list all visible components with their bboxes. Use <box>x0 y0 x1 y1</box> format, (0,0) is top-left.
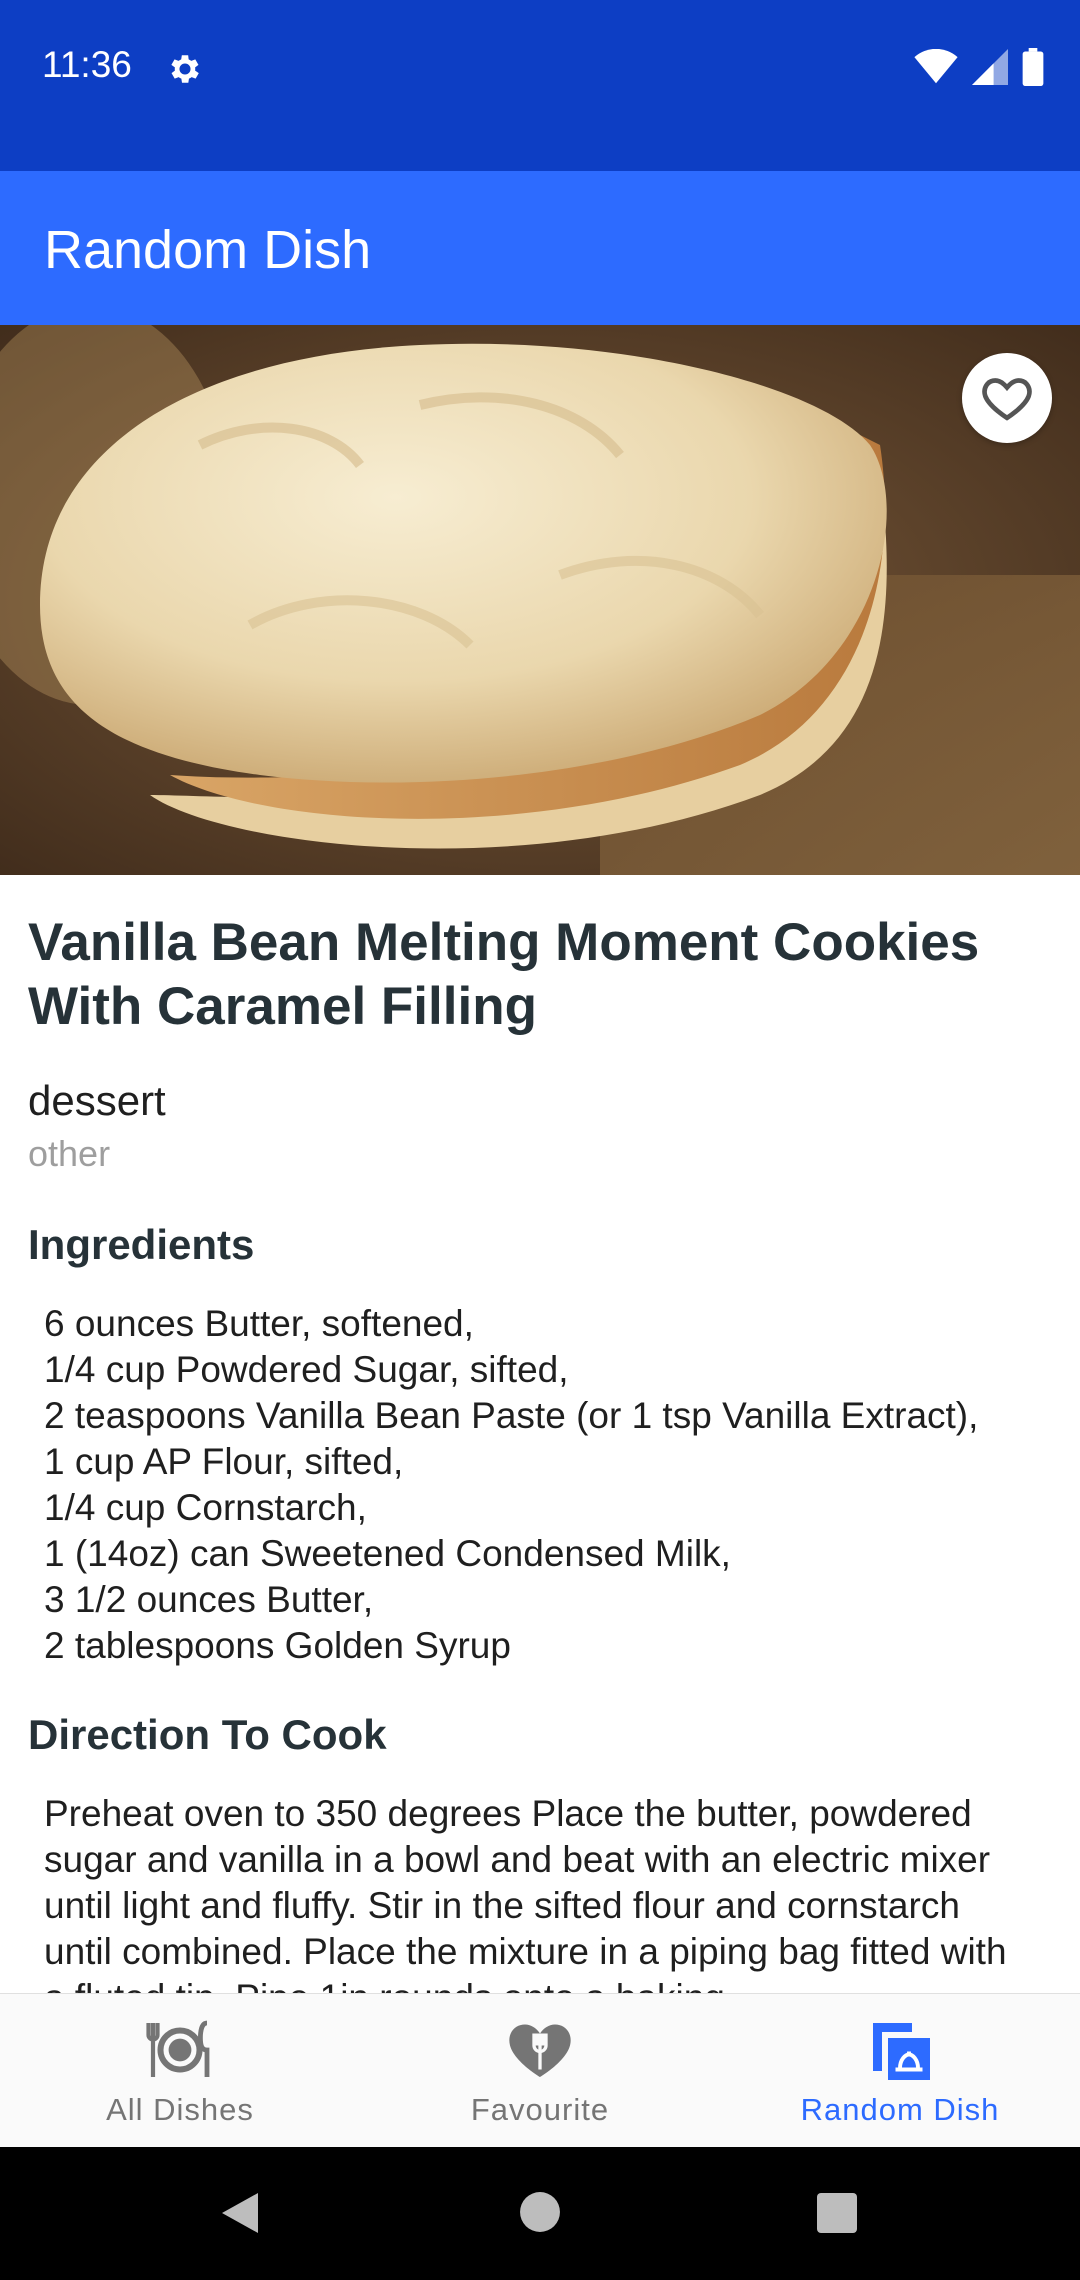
ingredient-item: 1 cup AP Flour, sifted, <box>44 1441 404 1482</box>
ingredient-item: 1/4 cup Powdered Sugar, sifted, <box>44 1349 569 1390</box>
dish-details: Vanilla Bean Melting Moment Cookies With… <box>0 875 1080 1993</box>
home-icon[interactable] <box>519 2191 561 2233</box>
heart-fork-icon <box>509 2024 571 2077</box>
bottom-navigation: All Dishes Favourite Random Dish <box>0 1993 1080 2147</box>
signal-icon <box>972 49 1008 85</box>
status-bar: 11:36 <box>0 0 1080 171</box>
battery-icon <box>1022 48 1044 86</box>
directions-text: Preheat oven to 350 degrees Place the bu… <box>44 1793 1007 1993</box>
status-time: 11:36 <box>42 44 132 85</box>
settings-icon <box>171 55 199 83</box>
directions-heading: Direction To Cook <box>28 1711 387 1758</box>
nav-all-dishes[interactable]: All Dishes <box>0 1994 360 2147</box>
ingredients-heading: Ingredients <box>28 1221 255 1268</box>
dish-image <box>0 325 1080 875</box>
system-navigation-bar <box>0 2147 1080 2280</box>
heart-outline-icon <box>982 378 1032 421</box>
recents-icon[interactable] <box>817 2193 857 2233</box>
ingredient-item: 3 1/2 ounces Butter, <box>44 1579 374 1620</box>
plate-cutlery-icon <box>146 2020 210 2077</box>
ingredient-item: 2 tablespoons Golden Syrup <box>44 1625 511 1666</box>
ingredient-item: 1/4 cup Cornstarch, <box>44 1487 367 1528</box>
ingredients-list: 6 ounces Butter, softened, 1/4 cup Powde… <box>28 1301 1052 1669</box>
dish-type: dessert <box>28 1077 166 1124</box>
app-bar: Random Dish <box>0 171 1080 325</box>
ingredient-item: 6 ounces Butter, softened, <box>44 1303 474 1344</box>
nav-label: All Dishes <box>106 2092 254 2127</box>
nav-random-dish[interactable]: Random Dish <box>720 1994 1080 2147</box>
ingredient-item: 1 (14oz) can Sweetened Condensed Milk, <box>44 1533 731 1574</box>
ingredient-item: 2 teaspoons Vanilla Bean Paste (or 1 tsp… <box>44 1395 979 1436</box>
dish-photo <box>0 325 1080 875</box>
random-dish-icon <box>873 2023 930 2080</box>
nav-favourite[interactable]: Favourite <box>360 1994 720 2147</box>
nav-label: Random Dish <box>800 2092 1000 2127</box>
favorite-button[interactable] <box>962 353 1052 443</box>
nav-label: Favourite <box>470 2092 610 2127</box>
back-icon[interactable] <box>218 2189 262 2237</box>
dish-title: Vanilla Bean Melting Moment Cookies With… <box>28 913 980 1036</box>
page-title: Random Dish <box>44 220 372 280</box>
dish-category: other <box>28 1133 111 1174</box>
wifi-icon <box>914 49 958 84</box>
